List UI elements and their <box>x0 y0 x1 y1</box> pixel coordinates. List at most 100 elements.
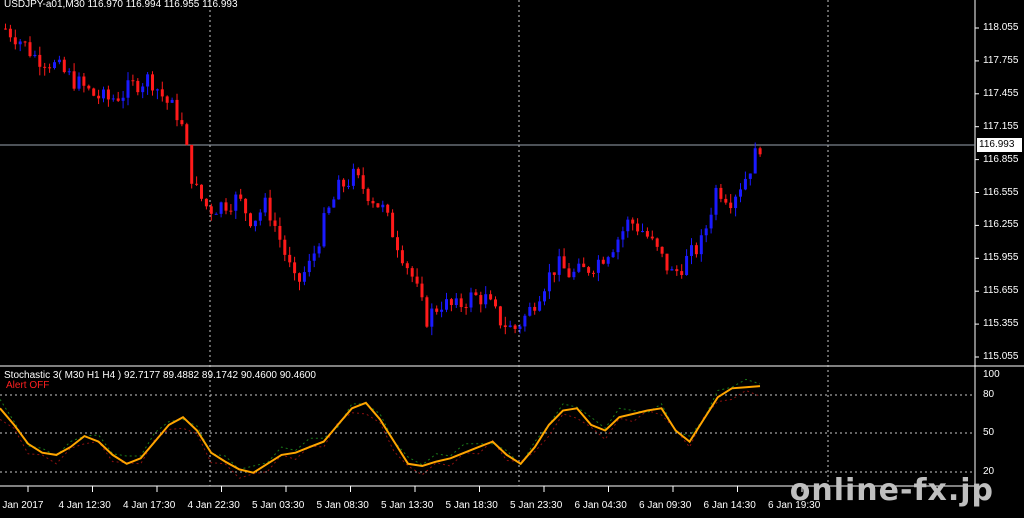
candle-body <box>523 315 527 327</box>
candle-body <box>155 89 159 91</box>
candle-body <box>165 96 169 103</box>
candle-body <box>204 198 208 207</box>
candle-body <box>131 80 135 82</box>
candle-body <box>498 306 502 326</box>
candle-body <box>425 297 429 327</box>
candle-body <box>332 199 336 208</box>
candle-body <box>547 272 551 292</box>
candle-body <box>479 295 483 305</box>
candle-body <box>8 28 12 38</box>
candle-body <box>62 59 66 73</box>
candle-body <box>72 71 76 89</box>
candle-body <box>376 203 380 208</box>
time-tick-label: 6 Jan 14:30 <box>703 500 756 511</box>
candle-body <box>18 41 22 45</box>
candle-body <box>175 99 179 121</box>
candle-body <box>33 54 37 57</box>
chart-canvas[interactable] <box>0 0 1024 518</box>
candle-body <box>734 196 738 209</box>
candle-body <box>714 187 718 215</box>
candle-body <box>606 257 610 264</box>
candle-body <box>38 54 42 67</box>
price-tick-label: 115.055 <box>983 351 1019 362</box>
price-tick-label: 115.355 <box>983 318 1019 330</box>
candle-body <box>528 306 532 316</box>
candle-body <box>469 292 473 308</box>
time-tick-label: 5 Jan 03:30 <box>252 500 305 511</box>
candle-body <box>552 272 556 275</box>
candle-body <box>342 179 346 187</box>
price-tick-label: 116.555 <box>983 186 1019 198</box>
candle-body <box>317 246 321 254</box>
candle-body <box>263 197 267 213</box>
candle-body <box>97 95 101 99</box>
candle-body <box>582 263 586 268</box>
candle-body <box>351 168 355 186</box>
candle-body <box>219 202 223 214</box>
candle-body <box>430 308 434 327</box>
candle-body <box>454 298 458 306</box>
candle-body <box>508 325 512 328</box>
candle-body <box>410 268 414 277</box>
candle-body <box>592 272 595 274</box>
time-tick-label: 5 Jan 08:30 <box>316 500 369 511</box>
candle-body <box>278 225 282 240</box>
candle-body <box>229 210 233 212</box>
candle-body <box>660 246 664 254</box>
candle-body <box>249 213 252 227</box>
candle-body <box>616 239 620 253</box>
time-tick-label: 6 Jan 04:30 <box>574 500 627 511</box>
candle-body <box>347 185 350 187</box>
candle-body <box>670 269 674 271</box>
time-tick-label: 5 Jan 18:30 <box>445 500 498 511</box>
time-tick-label: 4 Jan 2017 <box>0 500 44 511</box>
alert-status[interactable]: Alert OFF <box>6 380 49 391</box>
candle-body <box>141 86 145 93</box>
candle-body <box>77 76 81 89</box>
candle-body <box>185 124 189 145</box>
candle-body <box>253 220 257 227</box>
candle-body <box>268 197 272 221</box>
candle-body <box>513 325 517 329</box>
candle-body <box>675 269 679 272</box>
candle-body <box>739 189 742 197</box>
candle-body <box>572 271 576 278</box>
price-tick-label: 115.655 <box>983 285 1019 297</box>
time-tick-label: 5 Jan 13:30 <box>381 500 434 511</box>
candle-body <box>356 168 360 176</box>
price-tick-label: 117.455 <box>983 87 1019 99</box>
candle-body <box>209 206 213 214</box>
candle-body <box>445 299 448 310</box>
candle-body <box>557 256 561 275</box>
stoch-h4-line <box>0 389 761 479</box>
candle-body <box>121 97 125 101</box>
candle-body <box>729 202 733 209</box>
time-tick-label: 6 Jan 09:30 <box>639 500 692 511</box>
candle-body <box>28 42 32 57</box>
candle-body <box>381 204 385 208</box>
candle-body <box>538 301 542 311</box>
price-tick-label: 116.255 <box>983 219 1019 231</box>
candle-body <box>386 204 390 213</box>
candle-body <box>489 294 493 300</box>
candle-body <box>474 292 478 296</box>
candle-body <box>415 276 419 284</box>
candle-body <box>655 238 659 247</box>
time-tick-label: 4 Jan 22:30 <box>187 500 240 511</box>
time-tick-label: 6 Jan 19:30 <box>768 500 821 511</box>
candle-body <box>665 253 669 271</box>
stoch-m30-line <box>0 385 761 474</box>
candle-body <box>180 120 184 125</box>
candle-body <box>234 194 238 211</box>
candle-body <box>111 98 115 100</box>
candle-body <box>400 250 404 264</box>
candle-body <box>503 325 507 328</box>
candle-body <box>596 259 600 273</box>
candle-body <box>160 89 164 97</box>
candle-body <box>626 219 630 232</box>
candle-body <box>396 237 399 251</box>
candle-body <box>87 85 91 89</box>
candle-body <box>48 67 52 69</box>
candle-body <box>43 66 47 68</box>
candle-body <box>464 307 468 309</box>
